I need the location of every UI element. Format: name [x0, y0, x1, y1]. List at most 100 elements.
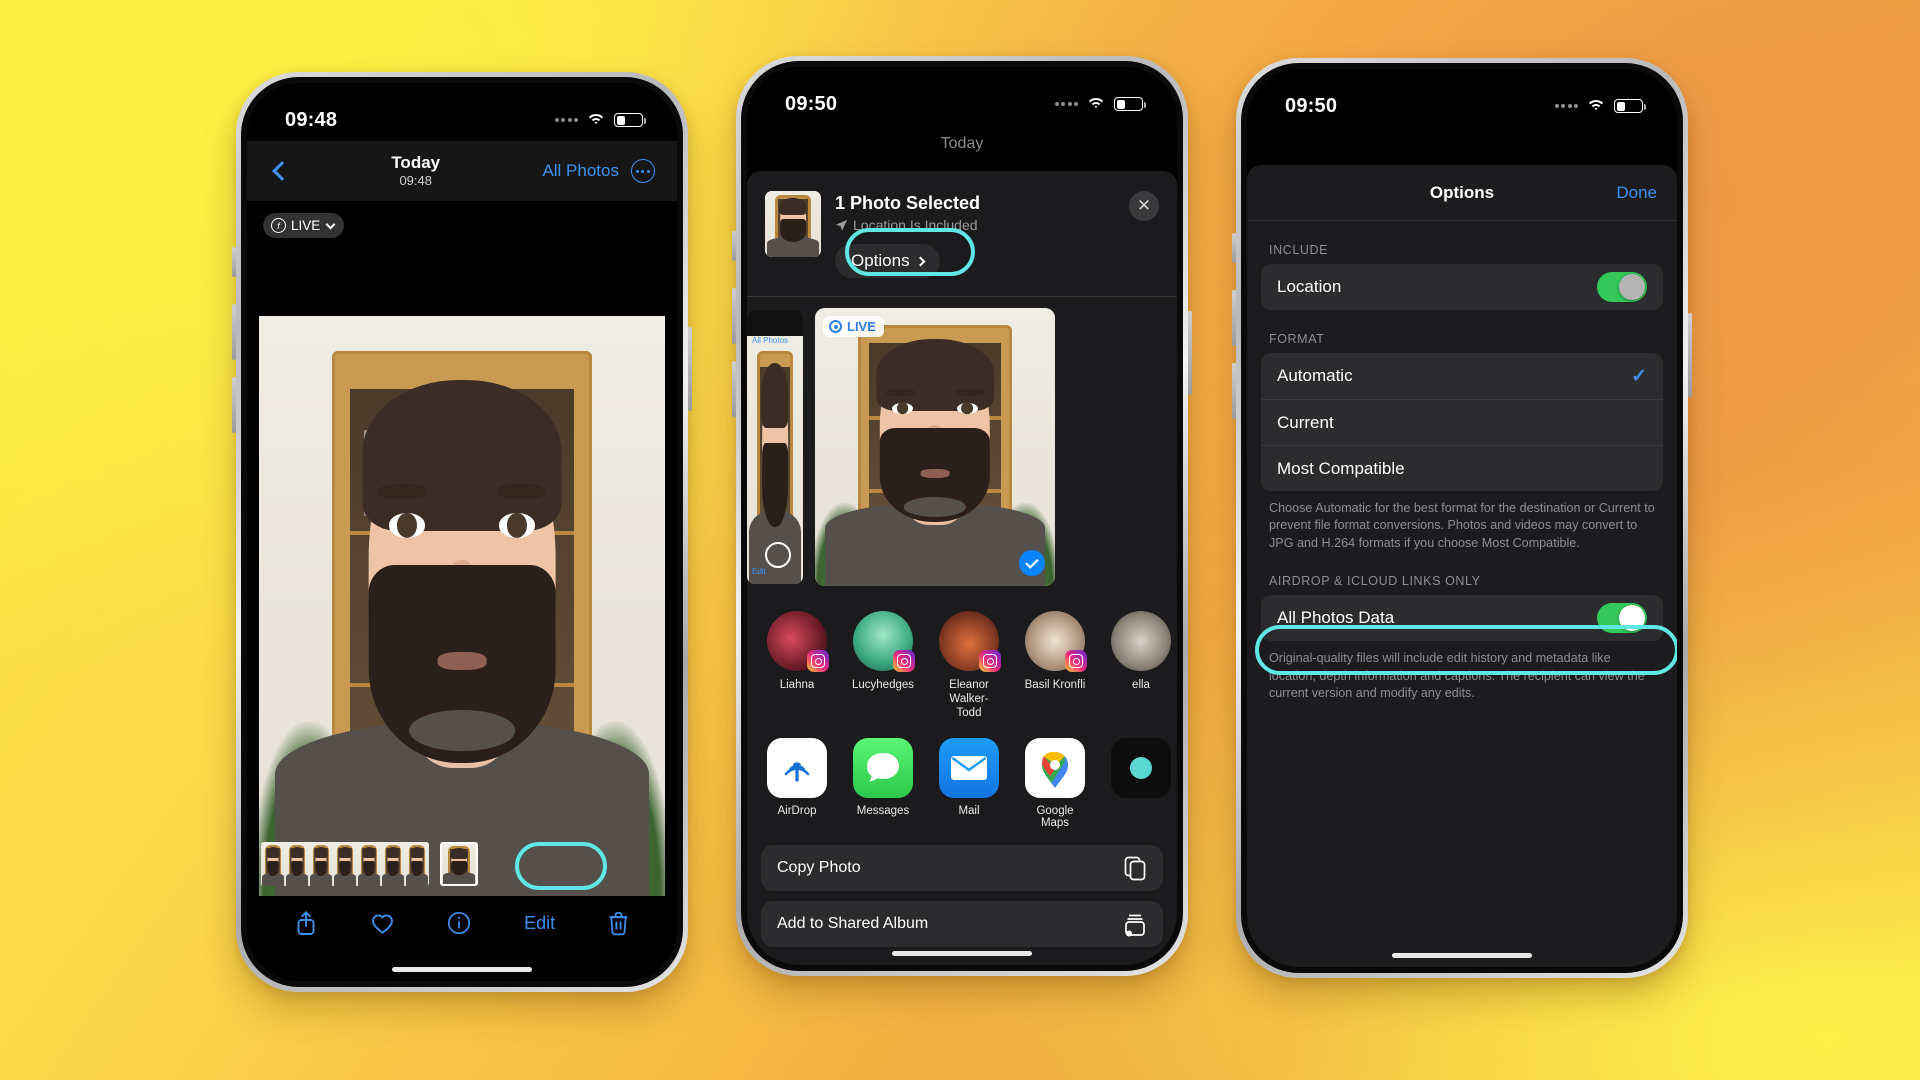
edit-button[interactable]: Edit	[524, 913, 555, 934]
row-all-photos-data[interactable]: All Photos Data	[1261, 595, 1663, 641]
more-app-icon	[1111, 738, 1171, 799]
filmstrip-thumb[interactable]	[261, 842, 285, 886]
close-icon[interactable]: ✕	[1129, 191, 1159, 221]
main-photo[interactable]	[259, 316, 665, 896]
photo-toolbar: Edit	[247, 895, 677, 951]
location-included-label: Location Is Included	[853, 217, 978, 233]
wifi-icon	[1086, 97, 1106, 112]
row-label: Automatic	[1277, 366, 1353, 385]
live-badge[interactable]: f LIVE	[263, 213, 345, 238]
row-automatic[interactable]: Automatic ✓	[1261, 353, 1663, 399]
home-indicator	[392, 967, 532, 972]
preview-secondary-thumb[interactable]: All Photos Edit	[747, 310, 803, 584]
unselected-circle-icon[interactable]	[765, 542, 791, 568]
phone-bezel: 09:48 Today 09:48 All Photos f LIVE Edit	[241, 77, 683, 987]
all-photos-button[interactable]: All Photos	[542, 161, 619, 181]
airdrop-footer-text: Original-quality files will include edit…	[1269, 651, 1645, 700]
avatar	[1025, 611, 1087, 672]
heart-icon[interactable]	[370, 912, 395, 935]
action-list: Copy Photo Add to Shared Album	[747, 839, 1177, 948]
avatar	[1111, 611, 1171, 671]
contact-item[interactable]: Eleanor Walker-Todd	[937, 611, 1001, 720]
info-icon[interactable]	[447, 911, 471, 935]
filmstrip-thumb[interactable]	[357, 842, 381, 886]
filmstrip-thumb[interactable]	[381, 842, 405, 886]
app-label: Google Maps	[1036, 805, 1074, 830]
power-button[interactable]	[1688, 313, 1692, 397]
airdrop-card: All Photos Data	[1261, 595, 1663, 642]
back-chevron-icon[interactable]	[272, 161, 292, 181]
location-toggle[interactable]	[1597, 272, 1647, 302]
volume-down-button[interactable]	[232, 377, 236, 433]
home-indicator	[892, 951, 1032, 956]
power-button[interactable]	[1188, 311, 1192, 395]
contact-item[interactable]: Liahna	[765, 611, 829, 720]
apps-row[interactable]: AirDrop Messages Mail Google Maps	[747, 728, 1177, 839]
contacts-row[interactable]: Liahna Lucyhedges Eleanor Walker-Todd Ba…	[747, 597, 1177, 728]
signal-dots-icon	[1554, 104, 1578, 108]
row-label: Most Compatible	[1277, 458, 1405, 478]
row-most-compatible[interactable]: Most Compatible	[1261, 445, 1663, 491]
status-indicators	[1054, 97, 1146, 112]
row-label: Current	[1277, 412, 1334, 432]
more-options-icon[interactable]	[630, 159, 655, 183]
row-label: Location	[1277, 277, 1342, 296]
filmstrip-thumb[interactable]	[333, 842, 357, 886]
contact-item[interactable]: ella	[1109, 611, 1173, 720]
filmstrip-group[interactable]	[261, 842, 429, 886]
status-time: 09:50	[785, 92, 838, 115]
volume-up-button[interactable]	[1232, 290, 1236, 346]
options-label: Options	[851, 251, 910, 270]
row-location[interactable]: Location	[1261, 264, 1663, 310]
contact-item[interactable]: Basil Kronfli	[1023, 611, 1087, 720]
filmstrip-thumb[interactable]	[309, 842, 333, 886]
section-header-format: FORMAT	[1269, 332, 1325, 346]
all-photos-data-toggle[interactable]	[1597, 603, 1647, 634]
phone-1-screen: 09:48 Today 09:48 All Photos f LIVE Edit	[247, 83, 677, 981]
contact-name: Eleanor Walker-Todd	[949, 679, 989, 720]
check-icon: ✓	[1631, 365, 1647, 387]
contact-name: ella	[1132, 679, 1150, 691]
live-photo-icon: f	[271, 218, 286, 233]
live-photo-icon	[829, 320, 842, 333]
status-indicators	[1554, 99, 1646, 114]
share-sheet-header: 1 Photo Selected Location Is Included Op…	[747, 171, 1177, 288]
silent-switch[interactable]	[232, 247, 236, 277]
volume-up-button[interactable]	[732, 288, 736, 344]
filmstrip-thumb[interactable]	[405, 842, 429, 886]
app-item[interactable]: Mail	[937, 738, 1001, 829]
options-button[interactable]: Options	[835, 244, 940, 278]
shared-album-icon	[1125, 914, 1145, 937]
instagram-icon	[893, 650, 915, 672]
photo-viewer-body: f LIVE Edit	[247, 201, 677, 981]
volume-down-button[interactable]	[1232, 363, 1236, 419]
navbar-right: All Photos	[542, 159, 655, 183]
app-item[interactable]: Google Maps	[1023, 738, 1087, 829]
selection-title: 1 Photo Selected	[835, 193, 981, 213]
preview-main-photo[interactable]: LIVE	[815, 308, 1055, 586]
volume-down-button[interactable]	[732, 361, 736, 417]
power-button[interactable]	[688, 327, 692, 411]
app-item[interactable]	[1109, 738, 1173, 829]
nav-subtitle: 09:48	[399, 173, 432, 189]
silent-switch[interactable]	[1232, 233, 1236, 263]
action-add-to-shared-album[interactable]: Add to Shared Album	[761, 901, 1163, 948]
row-label: All Photos Data	[1277, 608, 1395, 628]
action-copy-photo[interactable]: Copy Photo	[761, 845, 1163, 892]
trash-icon[interactable]	[608, 911, 629, 936]
selected-check-icon[interactable]	[1019, 550, 1045, 576]
contact-item[interactable]: Lucyhedges	[851, 611, 915, 720]
volume-up-button[interactable]	[232, 304, 236, 360]
instagram-icon	[1065, 650, 1087, 672]
filmstrip-thumb[interactable]	[285, 842, 309, 886]
filmstrip-selected-thumb[interactable]	[440, 842, 478, 886]
done-button[interactable]: Done	[1616, 183, 1657, 203]
silent-switch[interactable]	[732, 231, 736, 261]
selected-photo-thumbnail[interactable]	[765, 191, 821, 257]
filmstrip[interactable]	[261, 842, 663, 886]
app-item[interactable]: Messages	[851, 738, 915, 829]
share-icon[interactable]	[295, 910, 317, 936]
app-item[interactable]: AirDrop	[765, 738, 829, 829]
row-current[interactable]: Current	[1261, 399, 1663, 445]
signal-dots-icon	[554, 118, 578, 122]
